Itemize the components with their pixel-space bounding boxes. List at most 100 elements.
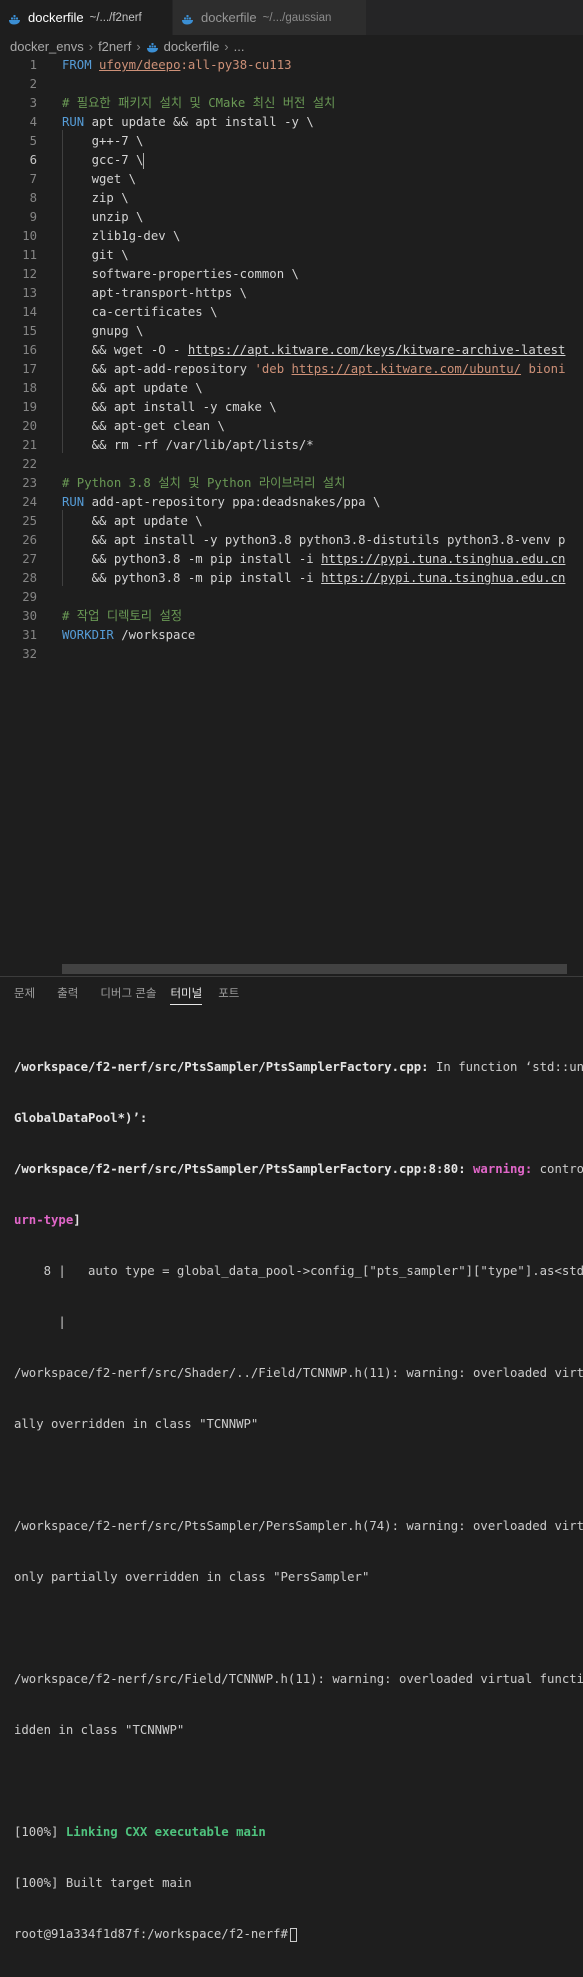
file-path: /workspace/f2-nerf/src/PtsSampler/PtsSam… — [14, 1060, 429, 1074]
text-cursor — [143, 152, 145, 169]
code-text: && python3.8 -m pip install -i — [62, 571, 322, 585]
code-link[interactable]: https://pypi.tuna.tsinghua.edu.cn — [321, 571, 565, 585]
warning-flag: urn-type — [14, 1213, 74, 1227]
code-line: 22 — [0, 455, 583, 474]
docker-icon — [181, 13, 195, 24]
line-number: 18 — [22, 381, 37, 395]
code-line: 13 apt-transport-https \ — [0, 284, 583, 303]
terminal-line: [100%] Linking CXX executable main — [14, 1824, 583, 1841]
tab-output[interactable]: 출력 — [43, 985, 78, 1005]
string-literal: bioni — [521, 362, 566, 376]
code-text: apt-transport-https \ — [62, 286, 248, 300]
code-line: 12 software-properties-common \ — [0, 265, 583, 284]
code-text: zlib1g-dev \ — [62, 229, 181, 243]
terminal-line: only partially overridden in class "Pers… — [14, 1570, 370, 1584]
terminal-line: /workspace/f2-nerf/src/Field/TCNNWP.h(11… — [14, 1672, 583, 1686]
code-text: apt update && apt install -y \ — [84, 115, 314, 129]
terminal-line: [100%] Built target main — [14, 1876, 192, 1890]
keyword: WORKDIR — [62, 628, 114, 642]
keyword: RUN — [62, 495, 85, 509]
code-line: 10 zlib1g-dev \ — [0, 227, 583, 246]
code-text: && apt update \ — [62, 514, 203, 528]
comment: # 작업 디렉토리 설정 — [62, 609, 183, 623]
code-text: software-properties-common \ — [62, 267, 299, 281]
code-line: 16 && wget -O - https://apt.kitware.com/… — [0, 341, 583, 360]
code-text: ca-certificates \ — [62, 305, 218, 319]
terminal-output[interactable]: /workspace/f2-nerf/src/PtsSampler/PtsSam… — [14, 1025, 583, 1977]
tab-ports[interactable]: 포트 — [210, 985, 239, 1005]
tab-debug-console[interactable]: 디버그 콘솔 — [86, 985, 156, 1005]
line-number: 4 — [29, 115, 37, 129]
editor-tab-bar: dockerfile ~/.../f2nerf dockerfile ~/...… — [0, 0, 583, 35]
tab-title: dockerfile — [201, 10, 257, 25]
terminal-line: /workspace/f2-nerf/src/Shader/../Field/T… — [14, 1366, 583, 1380]
comment: # Python 3.8 설치 및 Python 라이브러리 설치 — [62, 476, 346, 490]
tab-title: dockerfile — [28, 10, 84, 25]
tab-terminal[interactable]: 터미널 — [170, 985, 203, 1005]
terminal-text: ] — [73, 1213, 81, 1227]
line-number: 32 — [22, 647, 37, 661]
line-number: 7 — [29, 172, 37, 186]
code-line: 17 && apt-add-repository 'deb https://ap… — [0, 360, 583, 379]
code-line: 23 # Python 3.8 설치 및 Python 라이브러리 설치 — [0, 474, 583, 493]
code-line: 15 gnupg \ — [0, 322, 583, 341]
code-text: unzip \ — [62, 210, 144, 224]
string-literal: 'deb — [254, 362, 292, 376]
terminal-line: urn-type] — [14, 1212, 583, 1229]
line-number: 26 — [22, 533, 37, 547]
line-number: 20 — [22, 419, 37, 433]
code-text: && apt install -y python3.8 python3.8-di… — [62, 533, 566, 547]
code-text: && apt install -y cmake \ — [62, 400, 277, 414]
chevron-right-icon: › — [224, 38, 229, 54]
code-line: 19 && apt install -y cmake \ — [0, 398, 583, 417]
tab-dockerfile-f2nerf[interactable]: dockerfile ~/.../f2nerf — [0, 0, 172, 35]
breadcrumb-item-more[interactable]: ... — [234, 39, 245, 54]
code-text: && apt update \ — [62, 381, 203, 395]
code-text: add-apt-repository ppa:deadsnakes/ppa \ — [84, 495, 381, 509]
panel-tabs: 문제 출력 디버그 콘솔 터미널 포트 — [0, 985, 247, 1005]
code-link[interactable]: https://apt.kitware.com/keys/kitware-arc… — [188, 343, 566, 357]
line-number: 13 — [22, 286, 37, 300]
code-text: && python3.8 -m pip install -i — [62, 552, 322, 566]
line-number: 23 — [22, 476, 37, 490]
code-editor[interactable]: 1 FROM ufoym/deepo:all-py38-cu113 2 3 # 필요… — [0, 56, 583, 972]
tab-description: ~/.../f2nerf — [89, 11, 142, 24]
code-text: g++-7 \ — [62, 134, 144, 148]
terminal-cursor — [289, 1927, 297, 1942]
terminal-line: 8 | auto type = global_data_pool->config… — [14, 1264, 583, 1278]
image-link[interactable]: ufoym/deepo — [99, 58, 180, 72]
keyword: RUN — [62, 115, 85, 129]
comment: # 필요한 패키지 설치 및 CMake 최신 버전 설치 — [62, 96, 336, 110]
image-tag: :all-py38-cu113 — [180, 58, 292, 72]
terminal-line: /workspace/f2-nerf/src/PtsSampler/PtsSam… — [14, 1059, 583, 1076]
code-line: 18 && apt update \ — [0, 379, 583, 398]
code-link[interactable]: https://pypi.tuna.tsinghua.edu.cn — [321, 552, 565, 566]
terminal-text: control rea — [539, 1162, 583, 1176]
tab-dockerfile-gaussian[interactable]: dockerfile ~/.../gaussian — [172, 0, 366, 35]
terminal-prompt-line[interactable]: root@91a334f1d87f:/workspace/f2-nerf# — [14, 1926, 583, 1943]
breadcrumb-item-f2nerf[interactable]: f2nerf — [98, 39, 131, 54]
code-line: 5 g++-7 \ — [0, 132, 583, 151]
horizontal-scrollbar[interactable] — [62, 964, 567, 974]
tab-problems[interactable]: 문제 — [0, 985, 35, 1005]
keyword: FROM — [62, 58, 92, 72]
line-number: 2 — [29, 77, 37, 91]
terminal-line: idden in class "TCNNWP" — [14, 1723, 185, 1737]
line-number: 16 — [22, 343, 37, 357]
code-line: 27 && python3.8 -m pip install -i https:… — [0, 550, 583, 569]
line-number: 22 — [22, 457, 37, 471]
code-text: && rm -rf /var/lib/apt/lists/* — [62, 438, 314, 452]
code-line-current: 6 gcc-7 \ — [0, 151, 583, 170]
line-number: 6 — [29, 153, 37, 167]
breadcrumb-item-dockerfile[interactable]: dockerfile — [164, 39, 220, 54]
code-text: wget \ — [62, 172, 137, 186]
code-link[interactable]: https://apt.kitware.com/ubuntu/ — [292, 362, 522, 376]
breadcrumb-item-docker-envs[interactable]: docker_envs — [10, 39, 84, 54]
code-line: 14 ca-certificates \ — [0, 303, 583, 322]
line-number: 11 — [22, 248, 37, 262]
warning-label: warning: — [465, 1162, 533, 1176]
terminal-line: /workspace/f2-nerf/src/PtsSampler/PersSa… — [14, 1519, 583, 1533]
line-number: 10 — [22, 229, 37, 243]
